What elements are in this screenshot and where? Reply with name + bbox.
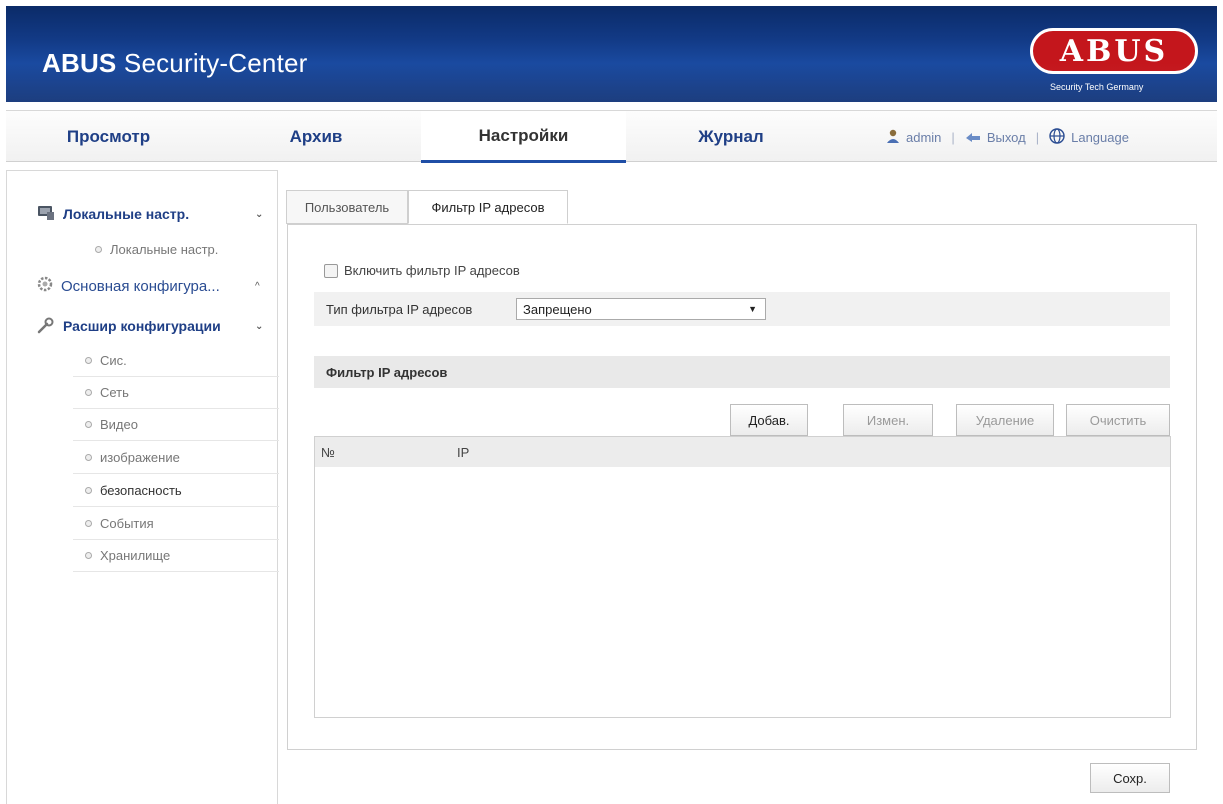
app-title: ABUS Security-Center [42, 48, 308, 78]
nav-tab-view[interactable]: Просмотр [6, 111, 211, 163]
column-header-ip: IP [457, 445, 470, 460]
chevron-up-icon: ^ [255, 280, 260, 292]
gear-icon [37, 276, 53, 296]
sidebar-group-local[interactable]: Локальные настр. ⌄ [7, 197, 277, 231]
logout-icon [965, 130, 981, 145]
tab-user[interactable]: Пользователь [286, 190, 408, 224]
enable-ip-filter-label: Включить фильтр IP адресов [344, 263, 520, 278]
sidebar-group-basic[interactable]: Основная конфигура... ^ [7, 269, 277, 303]
sidebar-group-advanced[interactable]: Расшир конфигурации ⌄ [7, 309, 277, 343]
sidebar-item-local-settings[interactable]: Локальные настр. [83, 233, 289, 265]
tab-ip-filter[interactable]: Фильтр IP адресов [408, 190, 568, 224]
user-icon [886, 129, 900, 146]
filter-type-select[interactable]: Запрещено ▼ [516, 298, 766, 320]
bullet-icon [85, 552, 92, 559]
bullet-icon [85, 389, 92, 396]
clear-button[interactable]: Очистить [1066, 404, 1170, 436]
nav-tab-log[interactable]: Журнал [626, 111, 836, 163]
edit-button[interactable]: Измен. [843, 404, 933, 436]
globe-icon [1049, 127, 1065, 147]
sidebar: Локальные настр. ⌄ Локальные настр. Осно… [6, 170, 279, 804]
username-link[interactable]: admin [906, 130, 941, 145]
ip-filter-panel: Включить фильтр IP адресов Тип фильтра I… [287, 224, 1197, 750]
table-header: № IP [315, 437, 1170, 467]
sidebar-item-system[interactable]: Сис. [73, 345, 279, 377]
filter-type-label: Тип фильтра IP адресов [326, 301, 473, 317]
monitor-icon [37, 205, 55, 224]
section-title: Фильтр IP адресов [314, 356, 1170, 388]
bullet-icon [85, 454, 92, 461]
bullet-icon [85, 357, 92, 364]
dropdown-arrow-icon: ▼ [748, 304, 757, 314]
sidebar-item-video[interactable]: Видео [73, 409, 279, 441]
delete-button[interactable]: Удаление [956, 404, 1054, 436]
bullet-icon [85, 487, 92, 494]
enable-ip-filter-row: Включить фильтр IP адресов [324, 263, 520, 278]
sidebar-item-security[interactable]: безопасность [73, 475, 279, 507]
column-header-number: № [321, 445, 335, 460]
add-button[interactable]: Добав. [730, 404, 808, 436]
filter-type-row: Тип фильтра IP адресов Запрещено ▼ [314, 292, 1170, 326]
logout-link[interactable]: Выход [987, 130, 1026, 145]
sidebar-item-image[interactable]: изображение [73, 442, 279, 474]
sidebar-item-network[interactable]: Сеть [73, 377, 279, 409]
bullet-icon [85, 520, 92, 527]
user-menu: admin | Выход | Language [886, 111, 1129, 163]
top-navigation: Просмотр Архив Настройки Журнал admin | … [6, 110, 1217, 163]
abus-logo: ABUS [1030, 28, 1198, 74]
sidebar-item-storage[interactable]: Хранилище [73, 540, 279, 572]
enable-ip-filter-checkbox[interactable] [324, 263, 338, 278]
sidebar-item-events[interactable]: События [73, 508, 279, 540]
wrench-icon [37, 316, 55, 337]
ip-filter-table: № IP [314, 436, 1171, 718]
language-link[interactable]: Language [1071, 130, 1129, 145]
nav-tab-settings[interactable]: Настройки [421, 111, 626, 163]
chevron-down-icon: ⌄ [255, 320, 264, 332]
nav-tab-archive[interactable]: Архив [211, 111, 421, 163]
bullet-icon [85, 421, 92, 428]
save-button[interactable]: Сохр. [1090, 763, 1170, 793]
header-banner: ABUS Security-Center ABUS Security Tech … [6, 6, 1217, 102]
logo-tagline: Security Tech Germany [1050, 82, 1144, 92]
chevron-down-icon: ⌄ [255, 208, 264, 220]
bullet-icon [95, 245, 102, 253]
